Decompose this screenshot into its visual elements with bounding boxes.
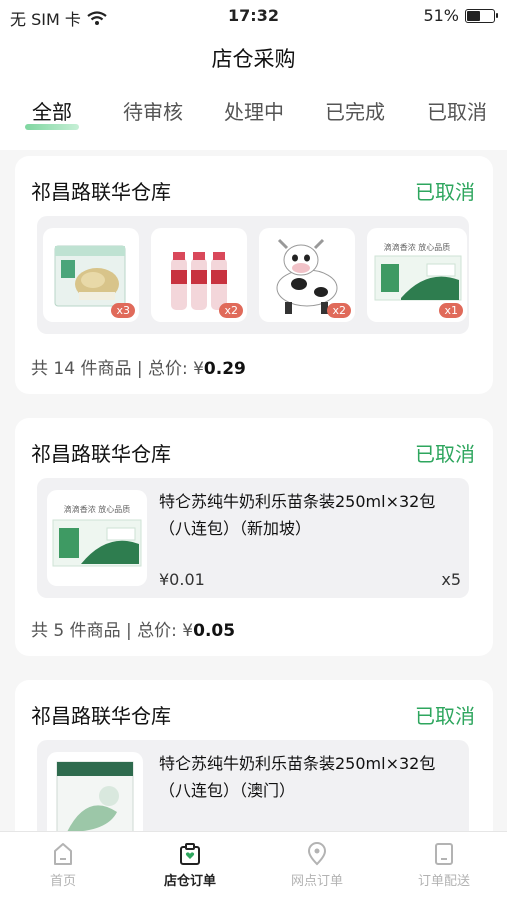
warehouse-name: 祁昌路联华仓库 <box>31 442 171 466</box>
nav-store-orders[interactable]: 店仓订单 <box>127 842 253 889</box>
warehouse-name: 祁昌路联华仓库 <box>31 704 171 728</box>
carton-caption: 滴滴香浓 放心品质 <box>383 243 451 252</box>
product-quantity: x5 <box>441 570 461 589</box>
tab-processing[interactable]: 处理中 <box>204 96 304 125</box>
gift-box-product-image: x3 <box>43 228 139 322</box>
warehouse-name: 祁昌路联华仓库 <box>31 180 171 204</box>
header-area: 无 SIM 卡 17:32 51% 店仓采购 全部 待审核 处理中 已完成 已取… <box>0 0 507 150</box>
order-tabs: 全部 待审核 处理中 已完成 已取消 <box>0 96 507 136</box>
order-card[interactable]: 祁昌路联华仓库 已取消 滴滴香浓 放心品质 特仑苏纯牛奶利乐苗条装250ml×3… <box>15 418 493 656</box>
nav-outlet-orders[interactable]: 网点订单 <box>254 842 380 889</box>
quantity-badge: x1 <box>439 303 463 318</box>
summary-label: 共 5 件商品 | 总价: ¥ <box>31 621 194 641</box>
battery-icon <box>465 8 498 23</box>
battery-info: 51% <box>423 6 498 25</box>
page-title: 店仓采购 <box>211 47 296 71</box>
home-icon <box>54 843 72 865</box>
nav-delivery-label: 订单配送 <box>417 874 470 889</box>
status-bar: 无 SIM 卡 17:32 51% <box>0 0 507 32</box>
order-status: 已取消 <box>415 442 475 466</box>
order-card[interactable]: 祁昌路联华仓库 已取消 x3 x2 x2 滴滴香浓 放心品质 x1 共 14 件… <box>15 156 493 394</box>
nav-store-orders-label: 店仓订单 <box>163 874 216 889</box>
carton-caption: 滴滴香浓 放心品质 <box>63 505 131 514</box>
product-name: 特仑苏纯牛奶利乐苗条装250ml×32包（八连包）（澳门） <box>159 754 436 800</box>
location-pin-icon <box>307 842 327 866</box>
order-summary: 共 5 件商品 | 总价: ¥0.05 <box>31 616 235 641</box>
nav-outlet-orders-label: 网点订单 <box>290 874 343 889</box>
cow-toy-product-image: x2 <box>259 228 355 322</box>
order-card[interactable]: 祁昌路联华仓库 已取消 特仑苏纯牛奶利乐苗条装250ml×32包（八连包）（澳门… <box>15 680 493 852</box>
active-tab-indicator <box>25 124 79 130</box>
order-status: 已取消 <box>415 180 475 204</box>
order-total: 0.05 <box>193 621 236 641</box>
quantity-badge: x2 <box>219 303 243 318</box>
product-row[interactable]: 滴滴香浓 放心品质 特仑苏纯牛奶利乐苗条装250ml×32包（八连包）（新加坡）… <box>37 478 469 598</box>
tab-all[interactable]: 全部 <box>2 96 102 125</box>
tab-completed[interactable]: 已完成 <box>305 96 405 125</box>
summary-label: 共 14 件商品 | 总价: ¥ <box>31 359 204 379</box>
nav-delivery[interactable]: 订单配送 <box>381 842 507 889</box>
product-price: ¥0.01 <box>159 570 205 589</box>
milk-carton-product-image: 滴滴香浓 放心品质 x1 <box>367 228 467 322</box>
product-thumbnails[interactable]: x3 x2 x2 滴滴香浓 放心品质 x1 <box>37 216 469 334</box>
delivery-icon <box>435 843 453 865</box>
store-order-icon <box>180 843 200 865</box>
milk-bottles-product-image: x2 <box>151 228 247 322</box>
order-summary: 共 14 件商品 | 总价: ¥0.29 <box>31 354 246 379</box>
nav-home[interactable]: 首页 <box>0 842 126 889</box>
nav-home-label: 首页 <box>49 874 76 889</box>
tab-cancelled[interactable]: 已取消 <box>407 96 507 125</box>
quantity-badge: x2 <box>327 303 351 318</box>
order-total: 0.29 <box>203 359 246 379</box>
product-name: 特仑苏纯牛奶利乐苗条装250ml×32包（八连包）（新加坡） <box>159 492 436 538</box>
order-status: 已取消 <box>415 704 475 728</box>
battery-percent: 51% <box>423 6 459 25</box>
milk-carton-product-image: 滴滴香浓 放心品质 <box>47 490 147 586</box>
tab-pending-review[interactable]: 待审核 <box>103 96 203 125</box>
quantity-badge: x3 <box>111 303 135 318</box>
bottom-nav: 首页 店仓订单 网点订单 订单配送 <box>0 831 507 900</box>
